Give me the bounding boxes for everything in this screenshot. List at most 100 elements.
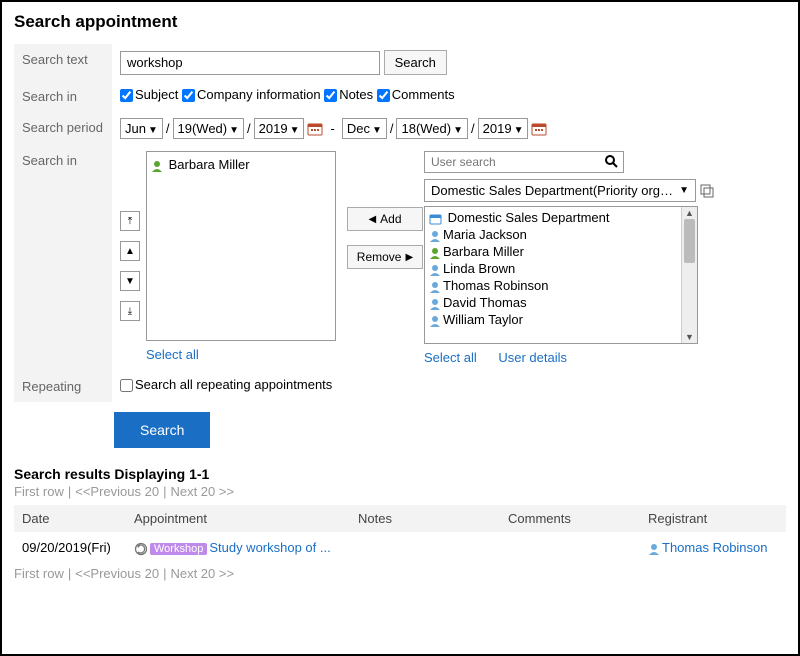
to-day-value: 18(Wed) — [401, 121, 451, 136]
checkbox-subject[interactable]: Subject — [120, 87, 178, 102]
available-user-item[interactable]: Maria Jackson — [429, 226, 693, 243]
checkbox-company-label: Company information — [197, 87, 321, 102]
available-user-item[interactable]: David Thomas — [429, 294, 693, 311]
remove-button[interactable]: Remove▶ — [347, 245, 423, 269]
move-up-button[interactable]: ▲ — [120, 241, 140, 261]
scroll-down-icon[interactable]: ▼ — [682, 331, 697, 343]
move-down-button[interactable]: ▼ — [120, 271, 140, 291]
available-user-item[interactable]: Barbara Miller — [429, 243, 693, 260]
appointment-link[interactable]: Study workshop of ... — [209, 540, 330, 555]
user-search-input[interactable] — [424, 151, 624, 173]
selected-user-name: Barbara Miller — [169, 157, 250, 172]
from-year-select[interactable]: 2019▼ — [254, 118, 305, 139]
user-name: Linda Brown — [443, 261, 515, 276]
user-name: Maria Jackson — [443, 227, 527, 242]
col-appointment: Appointment — [126, 505, 350, 532]
checkbox-repeating-input[interactable] — [120, 379, 133, 392]
scrollbar[interactable]: ▲ ▼ — [681, 207, 697, 343]
add-button-label: Add — [380, 212, 401, 226]
available-select-all-link[interactable]: Select all — [424, 350, 477, 365]
checkbox-comments-label: Comments — [392, 87, 455, 102]
checkbox-comments-input[interactable] — [377, 89, 390, 102]
result-comments — [500, 532, 640, 564]
col-comments: Comments — [500, 505, 640, 532]
checkbox-subject-label: Subject — [135, 87, 178, 102]
org-icon — [429, 213, 442, 225]
add-button[interactable]: ◀Add — [347, 207, 423, 231]
user-name: Thomas Robinson — [443, 278, 549, 293]
result-row: 09/20/2019(Fri) WorkshopStudy workshop o… — [14, 532, 786, 564]
org-tree-icon[interactable] — [700, 184, 714, 198]
person-icon — [151, 160, 163, 172]
user-name: David Thomas — [443, 295, 527, 310]
org-name: Domestic Sales Department — [448, 210, 610, 225]
registrant-link[interactable]: Thomas Robinson — [662, 540, 768, 555]
from-month-value: Jun — [125, 121, 146, 136]
label-search-period: Search period — [14, 112, 112, 145]
department-select[interactable]: Domestic Sales Department(Priority organ… — [424, 179, 696, 202]
checkbox-notes[interactable]: Notes — [324, 87, 373, 102]
checkbox-notes-label: Notes — [339, 87, 373, 102]
search-submit-button[interactable]: Search — [114, 412, 210, 448]
person-icon — [648, 543, 660, 555]
pager-next[interactable]: Next 20 >> — [170, 484, 234, 499]
scroll-thumb[interactable] — [684, 219, 695, 263]
person-icon — [429, 230, 441, 242]
pager-next[interactable]: Next 20 >> — [170, 566, 234, 581]
selected-users-listbox[interactable]: Barbara Miller — [146, 151, 336, 341]
pager-prev[interactable]: <<Previous 20 — [75, 484, 159, 499]
pager-first[interactable]: First row — [14, 484, 64, 499]
available-user-item[interactable]: Thomas Robinson — [429, 277, 693, 294]
to-day-select[interactable]: 18(Wed)▼ — [396, 118, 468, 139]
to-year-value: 2019 — [483, 121, 512, 136]
remove-button-label: Remove — [357, 250, 402, 264]
user-name: William Taylor — [443, 312, 523, 327]
department-select-value: Domestic Sales Department(Priority organ… — [431, 183, 677, 198]
from-day-select[interactable]: 19(Wed)▼ — [173, 118, 245, 139]
move-top-button[interactable]: ⤒ — [120, 211, 140, 231]
from-year-value: 2019 — [259, 121, 288, 136]
results-heading: Search results Displaying 1-1 — [14, 466, 786, 482]
checkbox-company-input[interactable] — [182, 89, 195, 102]
col-notes: Notes — [350, 505, 500, 532]
checkbox-comments[interactable]: Comments — [377, 87, 455, 102]
move-bottom-button[interactable]: ⤓ — [120, 301, 140, 321]
available-user-item[interactable]: Linda Brown — [429, 260, 693, 277]
to-month-value: Dec — [347, 121, 370, 136]
pager-prev[interactable]: <<Previous 20 — [75, 566, 159, 581]
checkbox-subject-input[interactable] — [120, 89, 133, 102]
checkbox-company[interactable]: Company information — [182, 87, 321, 102]
label-search-text: Search text — [14, 44, 112, 81]
available-users-listbox[interactable]: Domestic Sales Department Maria Jackson … — [424, 206, 698, 344]
org-item[interactable]: Domestic Sales Department — [429, 209, 693, 226]
to-year-select[interactable]: 2019▼ — [478, 118, 529, 139]
result-date: 09/20/2019(Fri) — [14, 532, 126, 564]
page-title: Search appointment — [14, 12, 786, 32]
user-details-link[interactable]: User details — [498, 350, 567, 365]
selected-user-item[interactable]: Barbara Miller — [151, 156, 331, 173]
person-icon — [429, 315, 441, 327]
to-month-select[interactable]: Dec▼ — [342, 118, 387, 139]
selected-select-all-link[interactable]: Select all — [146, 347, 199, 362]
search-text-button[interactable]: Search — [384, 50, 447, 75]
repeat-icon — [134, 542, 148, 556]
pager-bottom: First row|<<Previous 20|Next 20 >> — [14, 566, 786, 581]
calendar-icon[interactable] — [531, 122, 547, 136]
checkbox-notes-input[interactable] — [324, 89, 337, 102]
person-icon — [429, 247, 441, 259]
col-date: Date — [14, 505, 126, 532]
search-text-input[interactable] — [120, 51, 380, 75]
pager-first[interactable]: First row — [14, 566, 64, 581]
col-registrant: Registrant — [640, 505, 786, 532]
appointment-tag: Workshop — [150, 543, 207, 555]
label-search-in-users: Search in — [14, 145, 112, 371]
search-icon[interactable] — [604, 154, 618, 171]
from-month-select[interactable]: Jun▼ — [120, 118, 163, 139]
calendar-icon[interactable] — [307, 122, 323, 136]
available-user-item[interactable]: William Taylor — [429, 311, 693, 328]
label-search-in-fields: Search in — [14, 81, 112, 112]
scroll-up-icon[interactable]: ▲ — [682, 207, 697, 219]
user-name: Barbara Miller — [443, 244, 524, 259]
checkbox-repeating[interactable]: Search all repeating appointments — [120, 377, 332, 392]
person-icon — [429, 298, 441, 310]
